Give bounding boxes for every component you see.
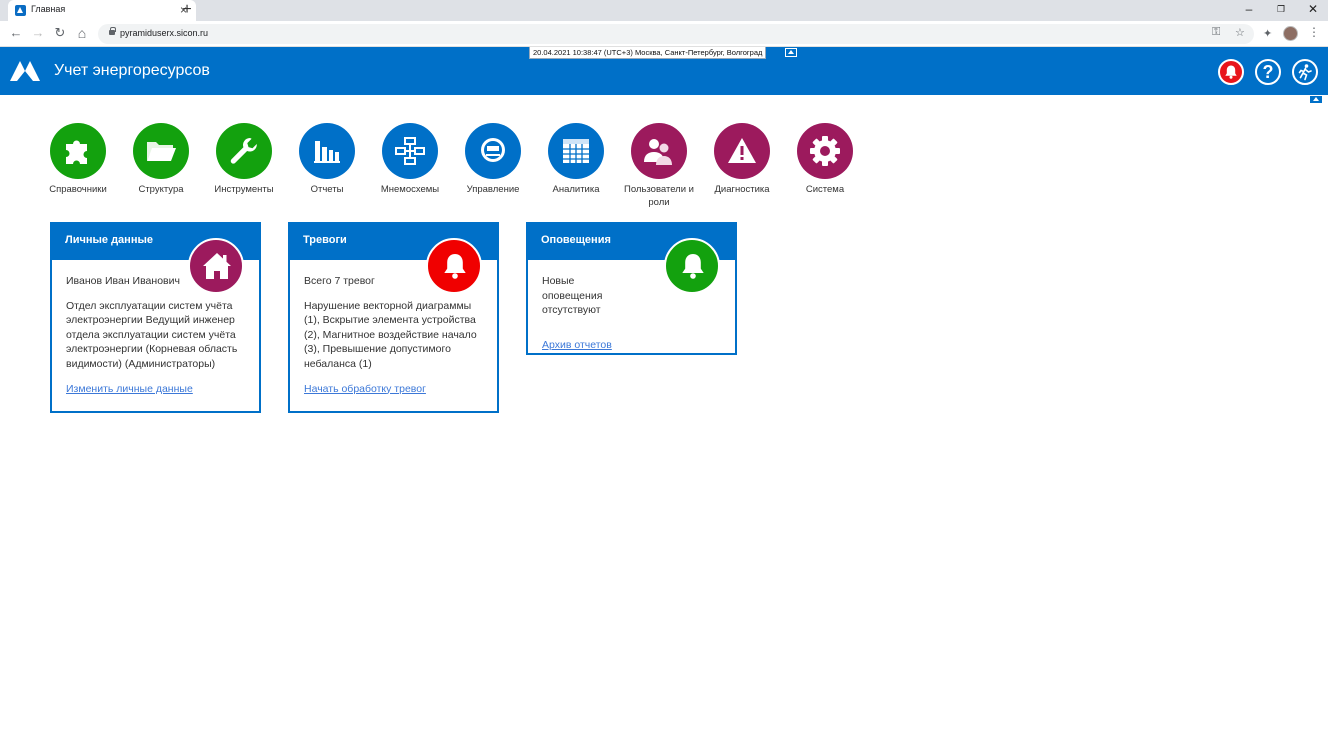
alarm-badge — [426, 238, 482, 294]
schema-icon — [382, 123, 438, 179]
logout-button[interactable] — [1292, 59, 1318, 85]
module-polzovateli[interactable]: Пользователи и роли — [619, 123, 699, 209]
lock-icon — [109, 27, 116, 35]
alarm-bell-button[interactable] — [1218, 59, 1244, 85]
meter-icon — [465, 123, 521, 179]
extensions-icon[interactable]: ✦ — [1263, 27, 1272, 40]
app-header: Учет энергоресурсов 20.04.2021 10:38:47 … — [0, 47, 1328, 95]
reports-archive-link[interactable]: Архив отчетов — [542, 338, 612, 353]
table-icon — [548, 123, 604, 179]
module-label: Пользователи и роли — [624, 184, 694, 208]
alarm-details: Нарушение векторной диаграммы (1), Вскры… — [304, 299, 477, 370]
start-alarm-processing-link[interactable]: Начать обработку тревог — [304, 382, 426, 397]
site-favicon-icon — [15, 5, 26, 16]
alarms-card: Тревоги Всего 7 тревог Нарушение векторн… — [288, 222, 499, 413]
module-instrumenty[interactable]: Инструменты — [204, 123, 284, 196]
module-analitika[interactable]: Аналитика — [536, 123, 616, 196]
notification-badge — [664, 238, 720, 294]
key-icon[interactable]: ⚿ — [1212, 26, 1220, 39]
logout-figure-icon — [1298, 64, 1312, 81]
bell-icon — [444, 254, 466, 279]
tab-title: Главная — [31, 4, 66, 14]
gear-icon — [797, 123, 853, 179]
browser-tabstrip: Главная × + – ❐ ✕ — [0, 0, 1328, 21]
browser-menu-icon[interactable]: ⋮ — [1308, 25, 1320, 39]
scroll-up-icon[interactable] — [1310, 96, 1322, 103]
puzzle-icon — [50, 123, 106, 179]
module-diagnostika[interactable]: Диагностика — [702, 123, 782, 196]
forward-icon[interactable]: → — [30, 25, 46, 41]
url-text: pyramiduserx.sicon.ru — [120, 28, 209, 38]
personal-data-card: Личные данные Иванов Иван Иванович Отдел… — [50, 222, 261, 413]
minimize-button[interactable]: – — [1242, 2, 1256, 16]
datetime-display: 20.04.2021 10:38:47 (UTC+3) Москва, Санк… — [529, 47, 767, 59]
home-icon — [203, 253, 231, 279]
browser-toolbar: ← → ↻ ⌂ pyramiduserx.sicon.ru ⚿ ☆ ✦ ⋮ — [0, 21, 1328, 47]
bell-icon — [1225, 65, 1237, 79]
profile-avatar[interactable] — [1283, 26, 1298, 41]
reload-icon[interactable]: ↻ — [52, 25, 68, 41]
help-button[interactable]: ? — [1255, 59, 1281, 85]
new-tab-button[interactable]: + — [180, 1, 194, 19]
module-label: Диагностика — [714, 184, 770, 195]
module-sistema[interactable]: Система — [785, 123, 865, 196]
bell-icon — [682, 254, 704, 279]
users-icon — [631, 123, 687, 179]
back-icon[interactable]: ← — [8, 25, 24, 41]
module-label: Инструменты — [214, 184, 274, 195]
app-title: Учет энергоресурсов — [54, 62, 210, 79]
module-struktura[interactable]: Структура — [121, 123, 201, 196]
module-label: Мнемосхемы — [380, 184, 440, 195]
address-bar[interactable]: pyramiduserx.sicon.ru ⚿ ☆ — [98, 24, 1254, 44]
bar-chart-icon — [299, 123, 355, 179]
wrench-icon — [216, 123, 272, 179]
logo-icon[interactable] — [10, 59, 40, 83]
bookmark-star-icon[interactable]: ☆ — [1235, 26, 1245, 39]
module-label: Справочники — [49, 184, 107, 195]
module-label: Управление — [466, 184, 520, 195]
restore-button[interactable]: ❐ — [1274, 2, 1288, 16]
warning-icon — [714, 123, 770, 179]
module-label: Структура — [138, 184, 184, 195]
user-details: Отдел эксплуатации систем учёта электроэ… — [66, 299, 238, 370]
module-label: Система — [805, 184, 845, 195]
window-close-button[interactable]: ✕ — [1306, 2, 1320, 16]
folder-icon — [133, 123, 189, 179]
module-label: Аналитика — [552, 184, 600, 195]
datetime-collapse-icon[interactable] — [785, 48, 797, 57]
module-spravochniki[interactable]: Справочники — [38, 123, 118, 196]
home-badge — [188, 238, 244, 294]
notifications-card: Оповещения Новые оповещения отсутствуют … — [526, 222, 737, 355]
module-label: Отчеты — [310, 184, 344, 195]
home-icon[interactable]: ⌂ — [74, 25, 90, 41]
module-upravlenie[interactable]: Управление — [453, 123, 533, 196]
browser-tab[interactable]: Главная × — [8, 0, 196, 21]
module-otchety[interactable]: Отчеты — [287, 123, 367, 196]
edit-personal-data-link[interactable]: Изменить личные данные — [66, 382, 193, 397]
module-mnemoskhemy[interactable]: Мнемосхемы — [370, 123, 450, 196]
